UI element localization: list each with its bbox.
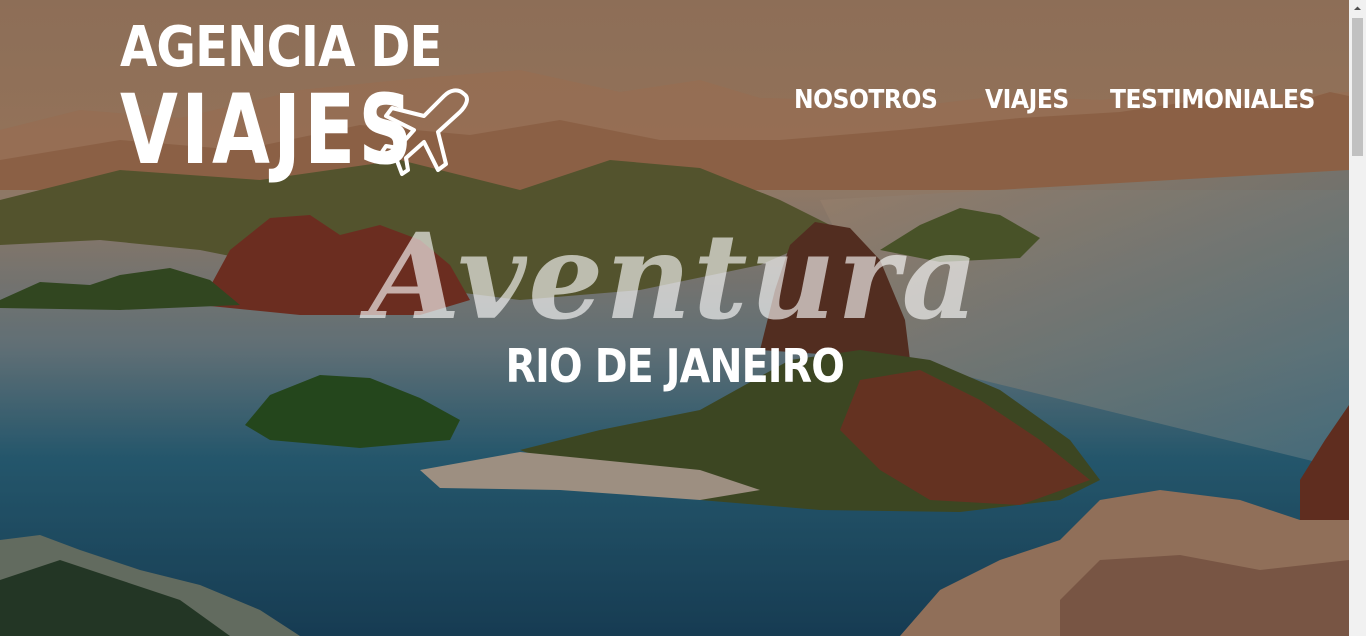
destination-label: RIO DE JANEIRO [505, 339, 844, 393]
vertical-scrollbar[interactable] [1349, 0, 1366, 636]
nav-link-nosotros[interactable]: NOSOTROS [794, 84, 938, 116]
nav-link-viajes[interactable]: VIAJES [985, 84, 1069, 116]
hero-script-heading: Aventura [368, 207, 981, 346]
airplane-icon [380, 88, 469, 176]
brand-title-line2: VIAJES [120, 74, 416, 186]
scroll-up-arrow-icon[interactable] [1349, 0, 1366, 17]
hero-section: AGENCIA DE VIAJES NOSOTROS VIAJES TESTIM… [0, 0, 1349, 636]
brand-title-line1: AGENCIA DE [120, 15, 442, 80]
hero-destination-heading: RIO DE JANEIRO [0, 338, 1349, 394]
main-navigation: NOSOTROS VIAJES TESTIMONIALES [794, 84, 1338, 116]
nav-link-testimoniales[interactable]: TESTIMONIALES [1110, 84, 1315, 116]
scrollbar-thumb[interactable] [1352, 18, 1363, 156]
